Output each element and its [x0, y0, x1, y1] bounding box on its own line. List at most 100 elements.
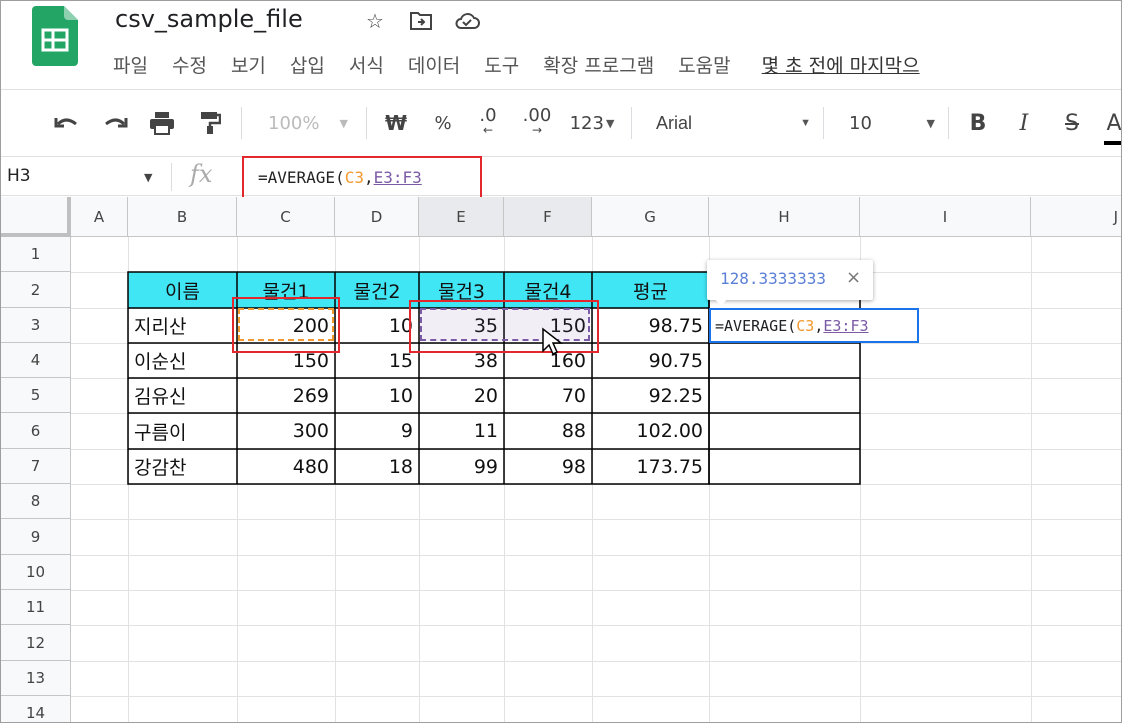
col-header-g[interactable]: G [592, 197, 709, 237]
move-to-folder-icon[interactable] [407, 7, 435, 35]
col-header-i[interactable]: I [860, 197, 1031, 237]
col-header-a[interactable]: A [71, 197, 128, 237]
col-header-j[interactable]: J [1031, 197, 1121, 237]
menu-view[interactable]: 보기 [231, 51, 266, 78]
chevron-down-icon[interactable]: ▼ [144, 171, 152, 184]
header-cell-average[interactable]: 평균 [592, 272, 709, 308]
header-cell-name[interactable]: 이름 [128, 272, 237, 308]
row-header-6[interactable]: 6 [1, 413, 71, 449]
increase-decimal-button[interactable]: .00 → [517, 105, 557, 141]
strikethrough-button[interactable]: S [1059, 105, 1085, 141]
star-icon[interactable]: ☆ [361, 7, 389, 35]
cloud-status-icon[interactable] [453, 7, 481, 35]
col-header-d[interactable]: D [335, 197, 419, 237]
row-header-14[interactable]: 14 [1, 696, 71, 722]
menu-format[interactable]: 서식 [349, 51, 384, 78]
table-cell[interactable]: 70 [504, 378, 592, 413]
row-header-13[interactable]: 13 [1, 661, 71, 696]
col-header-b[interactable]: B [128, 197, 237, 237]
close-icon[interactable]: × [846, 267, 861, 288]
currency-format-button[interactable]: ₩ [381, 105, 411, 141]
col-header-e[interactable]: E [419, 197, 504, 237]
menu-file[interactable]: 파일 [113, 51, 148, 78]
menu-tools[interactable]: 도구 [484, 51, 519, 78]
table-cell[interactable]: 300 [237, 413, 335, 449]
table-cell[interactable]: 98 [504, 449, 592, 484]
table-cell[interactable]: 173.75 [592, 449, 709, 484]
bold-button[interactable]: B [965, 105, 991, 141]
formula-result-value: 128.3333333 [720, 269, 826, 288]
row-header-1[interactable]: 1 [1, 237, 71, 272]
table-cell[interactable]: 이순신 [128, 343, 237, 378]
table-cell[interactable]: 10 [335, 308, 419, 343]
select-all-corner[interactable] [1, 197, 71, 237]
row-header-9[interactable]: 9 [1, 519, 71, 555]
chevron-down-icon: ▼ [926, 116, 935, 130]
table-cell[interactable]: 10 [335, 378, 419, 413]
row-header-8[interactable]: 8 [1, 484, 71, 519]
chevron-down-icon: ▼ [605, 116, 615, 130]
menu-help[interactable]: 도움말 [678, 51, 730, 78]
menu-extensions[interactable]: 확장 프로그램 [543, 51, 654, 78]
font-size-select[interactable]: 10 ▼ [849, 105, 935, 141]
gridline [71, 661, 1121, 662]
formula-bar-divider [171, 163, 172, 191]
print-icon[interactable] [146, 105, 178, 141]
editor-ref-c3: C3 [796, 317, 815, 335]
menu-data[interactable]: 데이터 [408, 51, 460, 78]
table-cell[interactable]: 269 [237, 378, 335, 413]
percent-format-button[interactable]: % [429, 105, 457, 141]
font-family-select[interactable]: Arial ▼ [656, 105, 811, 141]
paint-format-icon[interactable] [194, 105, 226, 141]
table-cell[interactable]: 지리산 [128, 308, 237, 343]
col-header-f[interactable]: F [504, 197, 592, 237]
mouse-cursor-icon [542, 327, 563, 356]
redo-icon[interactable] [99, 105, 131, 141]
font-size-value: 10 [849, 112, 872, 134]
name-box[interactable]: H3 [7, 166, 31, 186]
more-formats-select[interactable]: 123 ▼ [563, 105, 621, 141]
row-header-11[interactable]: 11 [1, 590, 71, 625]
table-cell[interactable]: 구름이 [128, 413, 237, 449]
col-header-c[interactable]: C [237, 197, 335, 237]
header-cell-item2[interactable]: 물건2 [335, 272, 419, 308]
menu-insert[interactable]: 삽입 [290, 51, 325, 78]
document-title[interactable]: csv_sample_file [115, 5, 303, 33]
table-cell[interactable]: 20 [419, 378, 504, 413]
zoom-select[interactable]: 100% ▼ [263, 105, 353, 141]
table-cell[interactable]: 99 [419, 449, 504, 484]
table-cell[interactable]: 김유신 [128, 378, 237, 413]
table-cell[interactable]: 9 [335, 413, 419, 449]
table-cell[interactable]: 480 [237, 449, 335, 484]
chevron-down-icon: ▼ [339, 116, 348, 130]
sheets-logo-icon[interactable] [32, 6, 78, 66]
italic-button[interactable]: I [1011, 105, 1037, 141]
menu-edit[interactable]: 수정 [172, 51, 207, 78]
cell-editor-h3[interactable]: =AVERAGE(C3,E3:F3 [709, 308, 919, 343]
row-header-7[interactable]: 7 [1, 449, 71, 484]
decrease-decimal-label: .0 [479, 105, 497, 126]
undo-icon[interactable] [51, 105, 83, 141]
row-header-5[interactable]: 5 [1, 378, 71, 413]
row-header-4[interactable]: 4 [1, 343, 71, 378]
table-cell[interactable]: 92.25 [592, 378, 709, 413]
row-header-10[interactable]: 10 [1, 555, 71, 590]
toolbar-divider [823, 107, 824, 139]
more-formats-label: 123 [569, 112, 604, 134]
table-cell[interactable]: 90.75 [592, 343, 709, 378]
row-header-12[interactable]: 12 [1, 625, 71, 661]
col-header-h[interactable]: H [709, 197, 860, 237]
table-cell[interactable]: 15 [335, 343, 419, 378]
table-cell[interactable]: 88 [504, 413, 592, 449]
table-cell[interactable]: 11 [419, 413, 504, 449]
last-edit-link[interactable]: 몇 초 전에 마지막으 [762, 51, 920, 78]
table-cell[interactable]: 98.75 [592, 308, 709, 343]
table-cell[interactable]: 18 [335, 449, 419, 484]
decrease-decimal-button[interactable]: .0 ← [471, 105, 505, 141]
table-cell[interactable]: 강감찬 [128, 449, 237, 484]
text-color-button[interactable]: A [1104, 105, 1121, 145]
row-header-2[interactable]: 2 [1, 272, 71, 308]
row-header-3[interactable]: 3 [1, 308, 71, 343]
table-cell[interactable]: 102.00 [592, 413, 709, 449]
fx-icon: fx [190, 160, 213, 188]
